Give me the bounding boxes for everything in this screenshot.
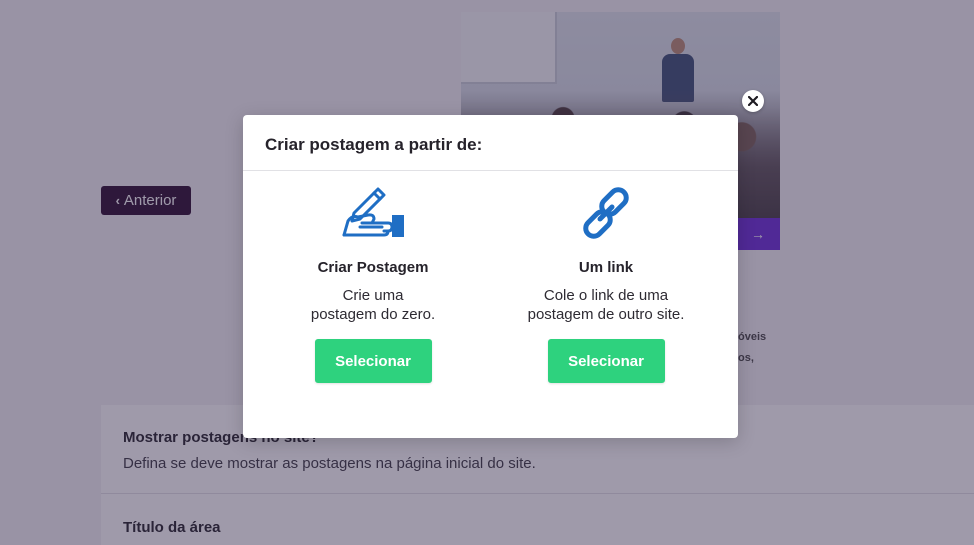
close-modal-button[interactable] bbox=[742, 90, 764, 112]
close-icon bbox=[748, 96, 758, 106]
create-post-modal: Criar postagem a partir de: Criar Postag… bbox=[243, 115, 738, 438]
modal-title: Criar postagem a partir de: bbox=[265, 135, 483, 154]
option-description-line: postagem do zero. bbox=[310, 306, 436, 323]
option-description: Cole o link de uma postagem de outro sit… bbox=[506, 286, 706, 324]
link-chain-icon bbox=[583, 187, 629, 239]
modal-header: Criar postagem a partir de: bbox=[243, 115, 738, 171]
option-create-post: Criar Postagem Crie uma postagem do zero… bbox=[273, 171, 473, 383]
hand-writing-icon bbox=[342, 187, 404, 237]
option-description-line: Crie uma bbox=[342, 287, 404, 304]
option-description-line: postagem de outro site. bbox=[527, 306, 685, 323]
option-description: Crie uma postagem do zero. bbox=[273, 286, 473, 324]
option-link: Um link Cole o link de uma postagem de o… bbox=[506, 171, 706, 383]
option-title: Criar Postagem bbox=[317, 259, 429, 276]
option-description-line: Cole o link de uma bbox=[543, 287, 669, 304]
select-link-button[interactable]: Selecionar bbox=[547, 339, 665, 383]
option-title: Um link bbox=[578, 259, 634, 276]
select-create-post-button[interactable]: Selecionar bbox=[314, 339, 432, 383]
